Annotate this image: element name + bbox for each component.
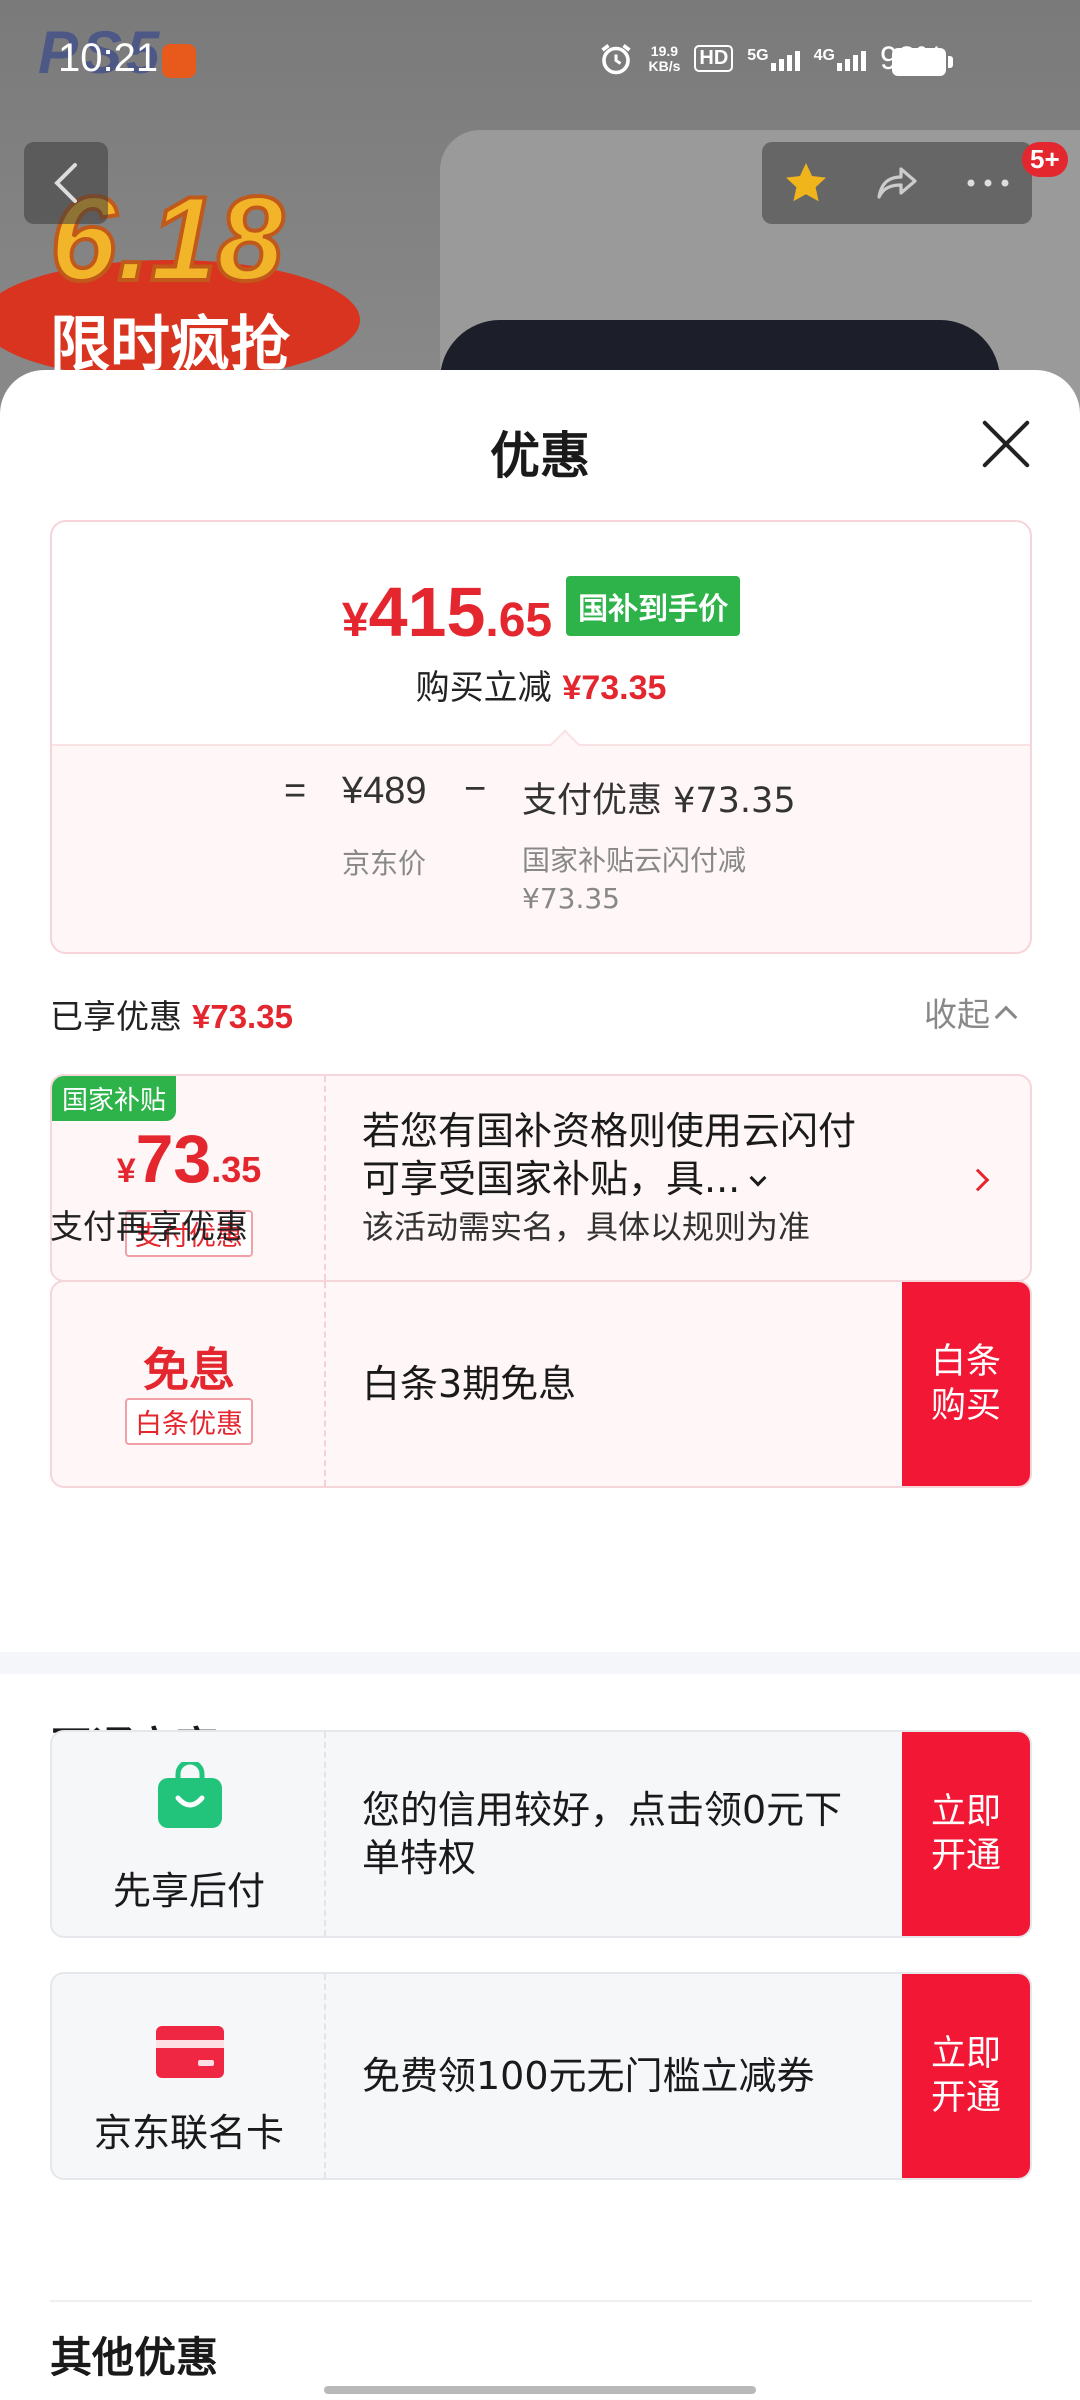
service-description: 您的信用较好，点击领0元下单特权 [362, 1788, 843, 1880]
pay-discount: 支付优惠 ¥73.35 [522, 781, 796, 821]
pay-later-label: 先享后付 [112, 1869, 265, 1913]
coupon-description: 白条3期免息 [362, 1362, 577, 1406]
message-count-badge: 5+ [1022, 142, 1068, 177]
subsidy-price-tag: 国补到手价 [566, 576, 741, 636]
sim1-network: 5G [747, 47, 800, 71]
enjoyed-discount-row: 已享优惠 ¥73.35 [50, 997, 293, 1036]
price-summary-card: ¥ 415 .65 国补到手价 购买立减 ¥73.35 = ¥489 − 支付优… [50, 520, 1032, 954]
baitiao-coupon-card[interactable]: 免息 白条优惠 白条3期免息 白条购买 [50, 1280, 1032, 1488]
back-button[interactable] [24, 142, 108, 224]
instant-discount-line: 购买立减 ¥73.35 [415, 668, 667, 708]
sim2-network: 4G [814, 47, 866, 71]
coupon-description: 若您有国补资格则使用云闪付 可享受国家补贴，具... 该活动需实名，具体以规则为… [362, 1109, 857, 1246]
coupon-amount: ¥73.35 [116, 1121, 262, 1197]
jd-price-label: 京东价 [342, 847, 427, 880]
close-icon[interactable] [978, 416, 1034, 472]
jd-card-label: 京东联名卡 [93, 2111, 284, 2155]
subsidy-coupon-card[interactable]: 国家补贴 ¥73.35 支付优惠 若您有国补资格则使用云闪付 可享受国家补贴，具… [50, 1074, 1032, 1282]
expand-chevron-icon[interactable] [749, 1169, 767, 1187]
shopping-bag-icon [158, 1762, 222, 1828]
price-summary-top: ¥ 415 .65 国补到手价 购买立减 ¥73.35 [52, 522, 1030, 744]
equals-sign: = [284, 770, 307, 812]
minus-sign: − [464, 768, 487, 810]
jd-co-branded-card[interactable]: 京东联名卡 免费领100元无门槛立减券 立即开通 [50, 1972, 1032, 2180]
final-price-decimal: .65 [485, 594, 553, 647]
star-icon[interactable] [781, 159, 831, 207]
national-subsidy-tag: 国家补贴 [52, 1076, 177, 1121]
collapse-toggle[interactable]: 收起 [924, 988, 1018, 1036]
alarm-icon [601, 43, 632, 74]
service-icon-area: 先享后付 [52, 1732, 326, 1936]
section-separator [50, 2300, 1032, 2302]
discount-sheet: 优惠 ¥ 415 .65 国补到手价 购买立减 ¥73.35 = ¥489 − … [0, 370, 1080, 2400]
enjoyed-amount: ¥73.35 [192, 998, 293, 1035]
home-indicator[interactable] [324, 2386, 756, 2394]
price-breakdown: = ¥489 − 支付优惠 ¥73.35 京东价 国家补贴云闪付减 ¥73.35 [52, 744, 1030, 952]
final-price-integer: 415 [368, 573, 486, 651]
notification-app-icon [162, 44, 196, 78]
coupon-type-tag: 白条优惠 [52, 1398, 326, 1445]
other-section-title: 其他优惠 [50, 2333, 219, 2382]
coupon-amount-area: 国家补贴 ¥73.35 支付优惠 [52, 1076, 326, 1280]
top-action-group [762, 142, 1032, 224]
service-icon-area: 京东联名卡 [52, 1974, 326, 2178]
activate-pay-later-button[interactable]: 立即开通 [902, 1732, 1030, 1936]
sheet-title: 优惠 [490, 427, 590, 485]
pay-later-card[interactable]: 先享后付 您的信用较好，点击领0元下单特权 立即开通 [50, 1730, 1032, 1938]
battery-icon [892, 48, 953, 76]
credit-card-icon [156, 2026, 224, 2078]
service-description: 免费领100元无门槛立减券 [362, 2054, 815, 2098]
status-time: 10:21 [58, 36, 159, 80]
more-icon[interactable] [963, 173, 1013, 193]
chevron-up-icon [994, 1005, 1018, 1029]
section-divider [0, 1652, 1080, 1674]
hd-indicator: HD [694, 45, 734, 72]
jd-price: ¥489 [342, 770, 427, 812]
activate-jd-card-button[interactable]: 立即开通 [902, 1974, 1030, 2178]
pay-discount-note: 国家补贴云闪付减 ¥73.35 [522, 844, 747, 915]
interest-free-label: 免息 [143, 1343, 235, 1397]
pay-more-label: 支付再享优惠 [50, 1207, 248, 1246]
baitiao-buy-button[interactable]: 白条购买 [902, 1282, 1030, 1486]
final-price: ¥ 415 .65 国补到手价 [52, 572, 1030, 652]
share-icon[interactable] [870, 159, 924, 207]
chevron-right-icon[interactable] [966, 1168, 990, 1192]
coupon-amount-area: 免息 白条优惠 [52, 1282, 326, 1486]
chevron-left-icon [54, 163, 77, 203]
status-bar: 10:21 19.9KB/s HD 5G 4G 92% [0, 0, 1080, 120]
network-speed: 19.9 KB/s [648, 42, 681, 74]
